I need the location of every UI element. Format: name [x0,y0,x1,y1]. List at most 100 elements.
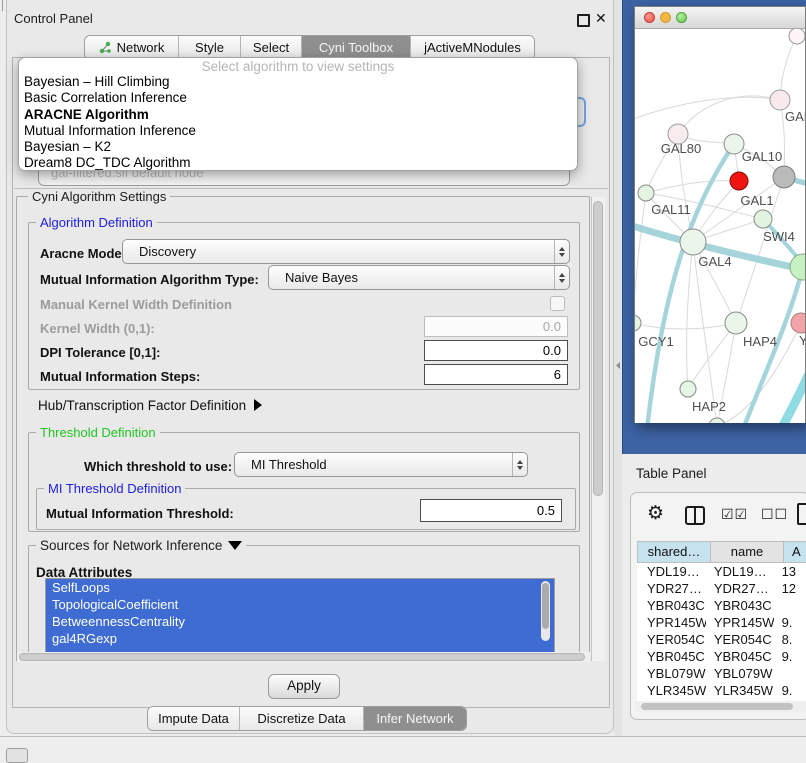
column-header-name[interactable]: name [710,541,784,563]
network-node[interactable] [725,312,747,334]
manual-kernel-checkbox[interactable] [550,296,565,311]
network-node[interactable] [709,418,725,423]
network-canvas[interactable]: GALGAL80GAL10GAL1GAL11GAL4SWI4GCY1HAP4YH… [635,29,805,423]
table-row[interactable]: YDR27…YDR27…12 [637,580,806,597]
apply-button[interactable]: Apply [268,674,340,699]
table-cell [774,597,806,614]
network-node-label: SWI4 [763,229,795,244]
select-all-icon[interactable]: ☑☑ [721,506,748,523]
table-horizontal-scrollbar-thumb[interactable] [641,703,793,710]
network-node[interactable] [770,90,790,110]
settings-horizontal-scrollbar-thumb[interactable] [19,653,585,661]
dropdown-item[interactable]: Dream8 DC_TDC Algorithm [19,155,577,171]
dpi-tolerance-field[interactable]: 0.0 [424,340,568,361]
table-cell: 8. [774,631,806,648]
table-cell: YDL19… [637,563,706,580]
network-node[interactable] [789,29,805,44]
attribute-list-item[interactable]: TopologicalCoefficient [46,596,554,613]
dropdown-item[interactable]: Basic Correlation Inference [19,90,577,106]
panel-splitter[interactable] [614,0,622,736]
tab-impute-data[interactable]: Impute Data [148,707,240,730]
network-node[interactable] [635,315,641,331]
network-node[interactable] [773,166,795,188]
table-row[interactable]: YER054CYER054C8. [637,631,806,648]
network-node[interactable] [791,313,805,333]
float-panel-icon[interactable] [577,14,590,27]
gear-icon[interactable]: ⚙ [647,502,664,525]
kernel-width-field[interactable]: 0.0 [424,316,568,337]
dropdown-item[interactable]: Bayesian – K2 [19,139,577,155]
column-header-a[interactable]: A [783,541,806,563]
deselect-all-icon[interactable]: ☐☐ [761,506,788,523]
attribute-list-item[interactable]: gal4RGexp [46,630,554,647]
node-table-panel: ⚙ ☑☑ ☐☐ shared… name A YDL19…YDL19…13YDR… [630,492,806,720]
algorithm-dropdown: Select algorithm to view settings Bayesi… [18,57,578,171]
table-cell: YER054C [706,631,774,648]
table-cell: YBR043C [637,597,706,614]
mi-steps-label: Mutual Information Steps: [40,369,200,384]
network-node[interactable] [638,185,654,201]
table-cell: 9. [774,648,806,665]
tab-style-label: Style [195,40,224,55]
attribute-list-item[interactable]: SelfLoops [46,579,554,596]
window-edge-tick [2,0,3,11]
mi-type-combobox[interactable]: Naive Bayes [268,265,570,290]
mi-type-label: Mutual Information Algorithm Type: [40,272,259,287]
table-row[interactable]: YBR045CYBR045C9. [637,648,806,665]
attribute-list-item[interactable]: BetweennessCentrality [46,613,554,630]
network-node[interactable] [790,254,805,280]
tab-jactivemnodules[interactable]: jActiveMNodules [411,36,534,59]
attributes-scrollbar-thumb[interactable] [542,583,549,629]
kernel-width-label: Kernel Width (0,1): [40,321,155,336]
tab-select[interactable]: Select [241,36,302,59]
mi-steps-field[interactable]: 6 [424,364,568,385]
table-cell: YBR043C [706,597,774,614]
mi-threshold-label: Mutual Information Threshold: [46,506,234,521]
table-cell: YLR345W [706,682,774,699]
stepper-icon [512,453,527,476]
tab-discretize-data[interactable]: Discretize Data [240,707,364,730]
tab-infer-network[interactable]: Infer Network [364,707,466,730]
expand-triangle-icon [254,399,262,411]
settings-vertical-scrollbar-thumb[interactable] [593,201,603,496]
which-threshold-combobox[interactable]: MI Threshold [234,452,528,477]
tab-impute-data-label: Impute Data [158,711,229,726]
collapsed-panel-button[interactable] [6,748,28,763]
network-node[interactable] [754,210,772,228]
cyni-settings-title: Cyni Algorithm Settings [28,189,170,204]
sources-title: Sources for Network Inference [40,538,222,553]
sources-disclosure[interactable]: Sources for Network Inference [36,538,246,553]
columns-icon[interactable] [685,506,705,525]
dropdown-item[interactable]: Bayesian – Hill Climbing [19,74,577,90]
data-attributes-list[interactable]: SelfLoopsTopologicalCoefficientBetweenne… [45,578,555,655]
zoom-window-icon[interactable] [676,12,687,23]
network-node-label: GAL10 [742,149,782,164]
table-cell: 12 [774,580,806,597]
hub-definition-disclosure[interactable]: Hub/Transcription Factor Definition [38,398,262,413]
tab-network[interactable]: Network [85,36,179,59]
network-node-label: GAL4 [698,254,731,269]
aracne-mode-combobox[interactable]: Discovery [122,239,570,264]
tab-cyni-toolbox[interactable]: Cyni Toolbox [302,36,411,59]
network-node[interactable] [730,172,748,190]
table-row[interactable]: YDL19…YDL19…13 [637,563,806,580]
table-row[interactable]: YPR145WYPR145W9. [637,614,806,631]
dropdown-item[interactable]: ARACNE Algorithm [19,107,577,123]
document-icon[interactable] [797,503,806,525]
table-row[interactable]: YBR043CYBR043C [637,597,806,614]
mi-threshold-field[interactable]: 0.5 [420,499,562,522]
network-node[interactable] [680,229,706,255]
dropdown-item[interactable]: Mutual Information Inference [19,123,577,139]
table-row[interactable]: YBL079WYBL079W [637,665,806,682]
network-node[interactable] [680,381,696,397]
minimize-window-icon[interactable] [660,12,671,23]
network-window-titlebar[interactable] [635,7,805,29]
collapse-triangle-icon [228,541,242,550]
table-cell: YBR045C [637,648,706,665]
tab-style[interactable]: Style [179,36,241,59]
algorithm-dropdown-items: Bayesian – Hill ClimbingBasic Correlatio… [19,74,577,172]
close-panel-icon[interactable]: ✕ [595,10,607,27]
table-row[interactable]: YLR345WYLR345W9. [637,682,806,699]
column-header-shared[interactable]: shared… [637,541,711,563]
close-window-icon[interactable] [644,12,655,23]
